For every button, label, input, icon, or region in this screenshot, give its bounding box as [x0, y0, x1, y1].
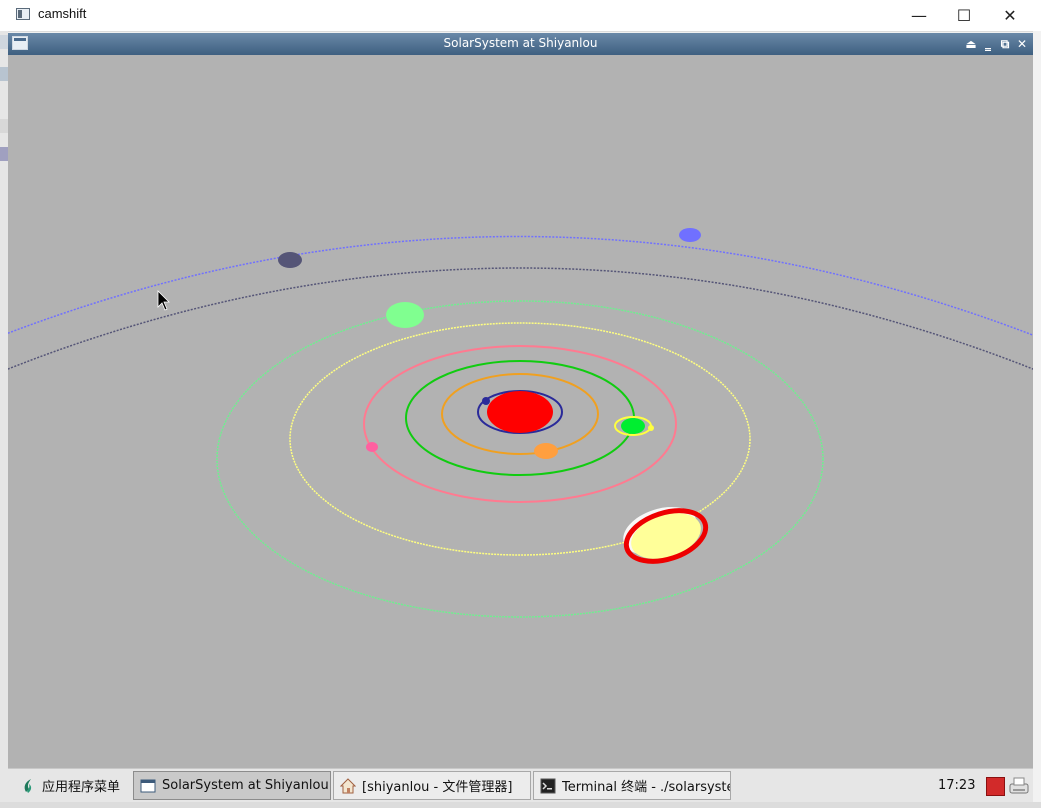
planet-uranus: [278, 252, 302, 268]
desktop-bottom-edge: [0, 802, 1041, 808]
app-window-titlebar: SolarSystem at Shiyanlou ⏏ ‗ ⧉ ✕: [8, 33, 1033, 55]
mouse-cursor-icon: [157, 290, 170, 311]
task-terminal[interactable]: Terminal 终端 - ./solarsystem: [533, 771, 731, 800]
app-minimize-button[interactable]: ‗: [980, 35, 996, 53]
app-window-icon: [16, 8, 30, 20]
applications-menu-button[interactable]: 应用程序菜单: [14, 771, 132, 800]
background-desktop-left: [0, 31, 8, 808]
maximize-button[interactable]: ☐: [941, 0, 987, 31]
orbit-saturn: [216, 300, 824, 618]
terminal-icon: [540, 778, 556, 793]
planet-saturn: [386, 302, 424, 328]
task-label: [shiyanlou - 文件管理器]: [362, 780, 513, 795]
taskbar: 应用程序菜单 SolarSystem at Shiyanlou [shiyanl…: [8, 768, 1033, 803]
outer-window-title: camshift: [38, 6, 87, 21]
background-desktop-right: [1033, 31, 1041, 808]
planet-mars: [366, 442, 378, 452]
close-button[interactable]: ✕: [987, 0, 1033, 31]
solar-system-scene: [8, 228, 1033, 618]
app-close-button[interactable]: ✕: [1014, 35, 1030, 53]
clock[interactable]: 17:23: [938, 778, 975, 793]
outer-window-titlebar: camshift — ☐ ✕: [0, 0, 1041, 32]
app-maximize-button[interactable]: ⧉: [997, 35, 1013, 53]
planet-venus: [534, 443, 558, 459]
printer-icon[interactable]: [1008, 775, 1030, 797]
minimize-button[interactable]: —: [896, 0, 942, 31]
moon: [648, 425, 654, 431]
planet-mercury: [482, 397, 490, 405]
sun: [487, 391, 553, 433]
action-button[interactable]: [986, 777, 1005, 796]
planet-earth: [621, 418, 645, 434]
opengl-canvas[interactable]: [8, 55, 1033, 768]
planet-neptune: [679, 228, 701, 242]
leaf-logo-icon: [24, 778, 32, 793]
window-icon: [140, 779, 156, 792]
home-folder-icon: [340, 777, 356, 793]
task-label: Terminal 终端 - ./solarsystem: [562, 780, 730, 795]
task-solarsystem[interactable]: SolarSystem at Shiyanlou: [133, 771, 331, 800]
app-window-title: SolarSystem at Shiyanlou: [443, 36, 598, 50]
shade-button[interactable]: ⏏: [963, 35, 979, 53]
applications-menu-label: 应用程序菜单: [42, 780, 121, 795]
task-label: SolarSystem at Shiyanlou: [162, 778, 329, 793]
task-file-manager[interactable]: [shiyanlou - 文件管理器]: [333, 771, 531, 800]
